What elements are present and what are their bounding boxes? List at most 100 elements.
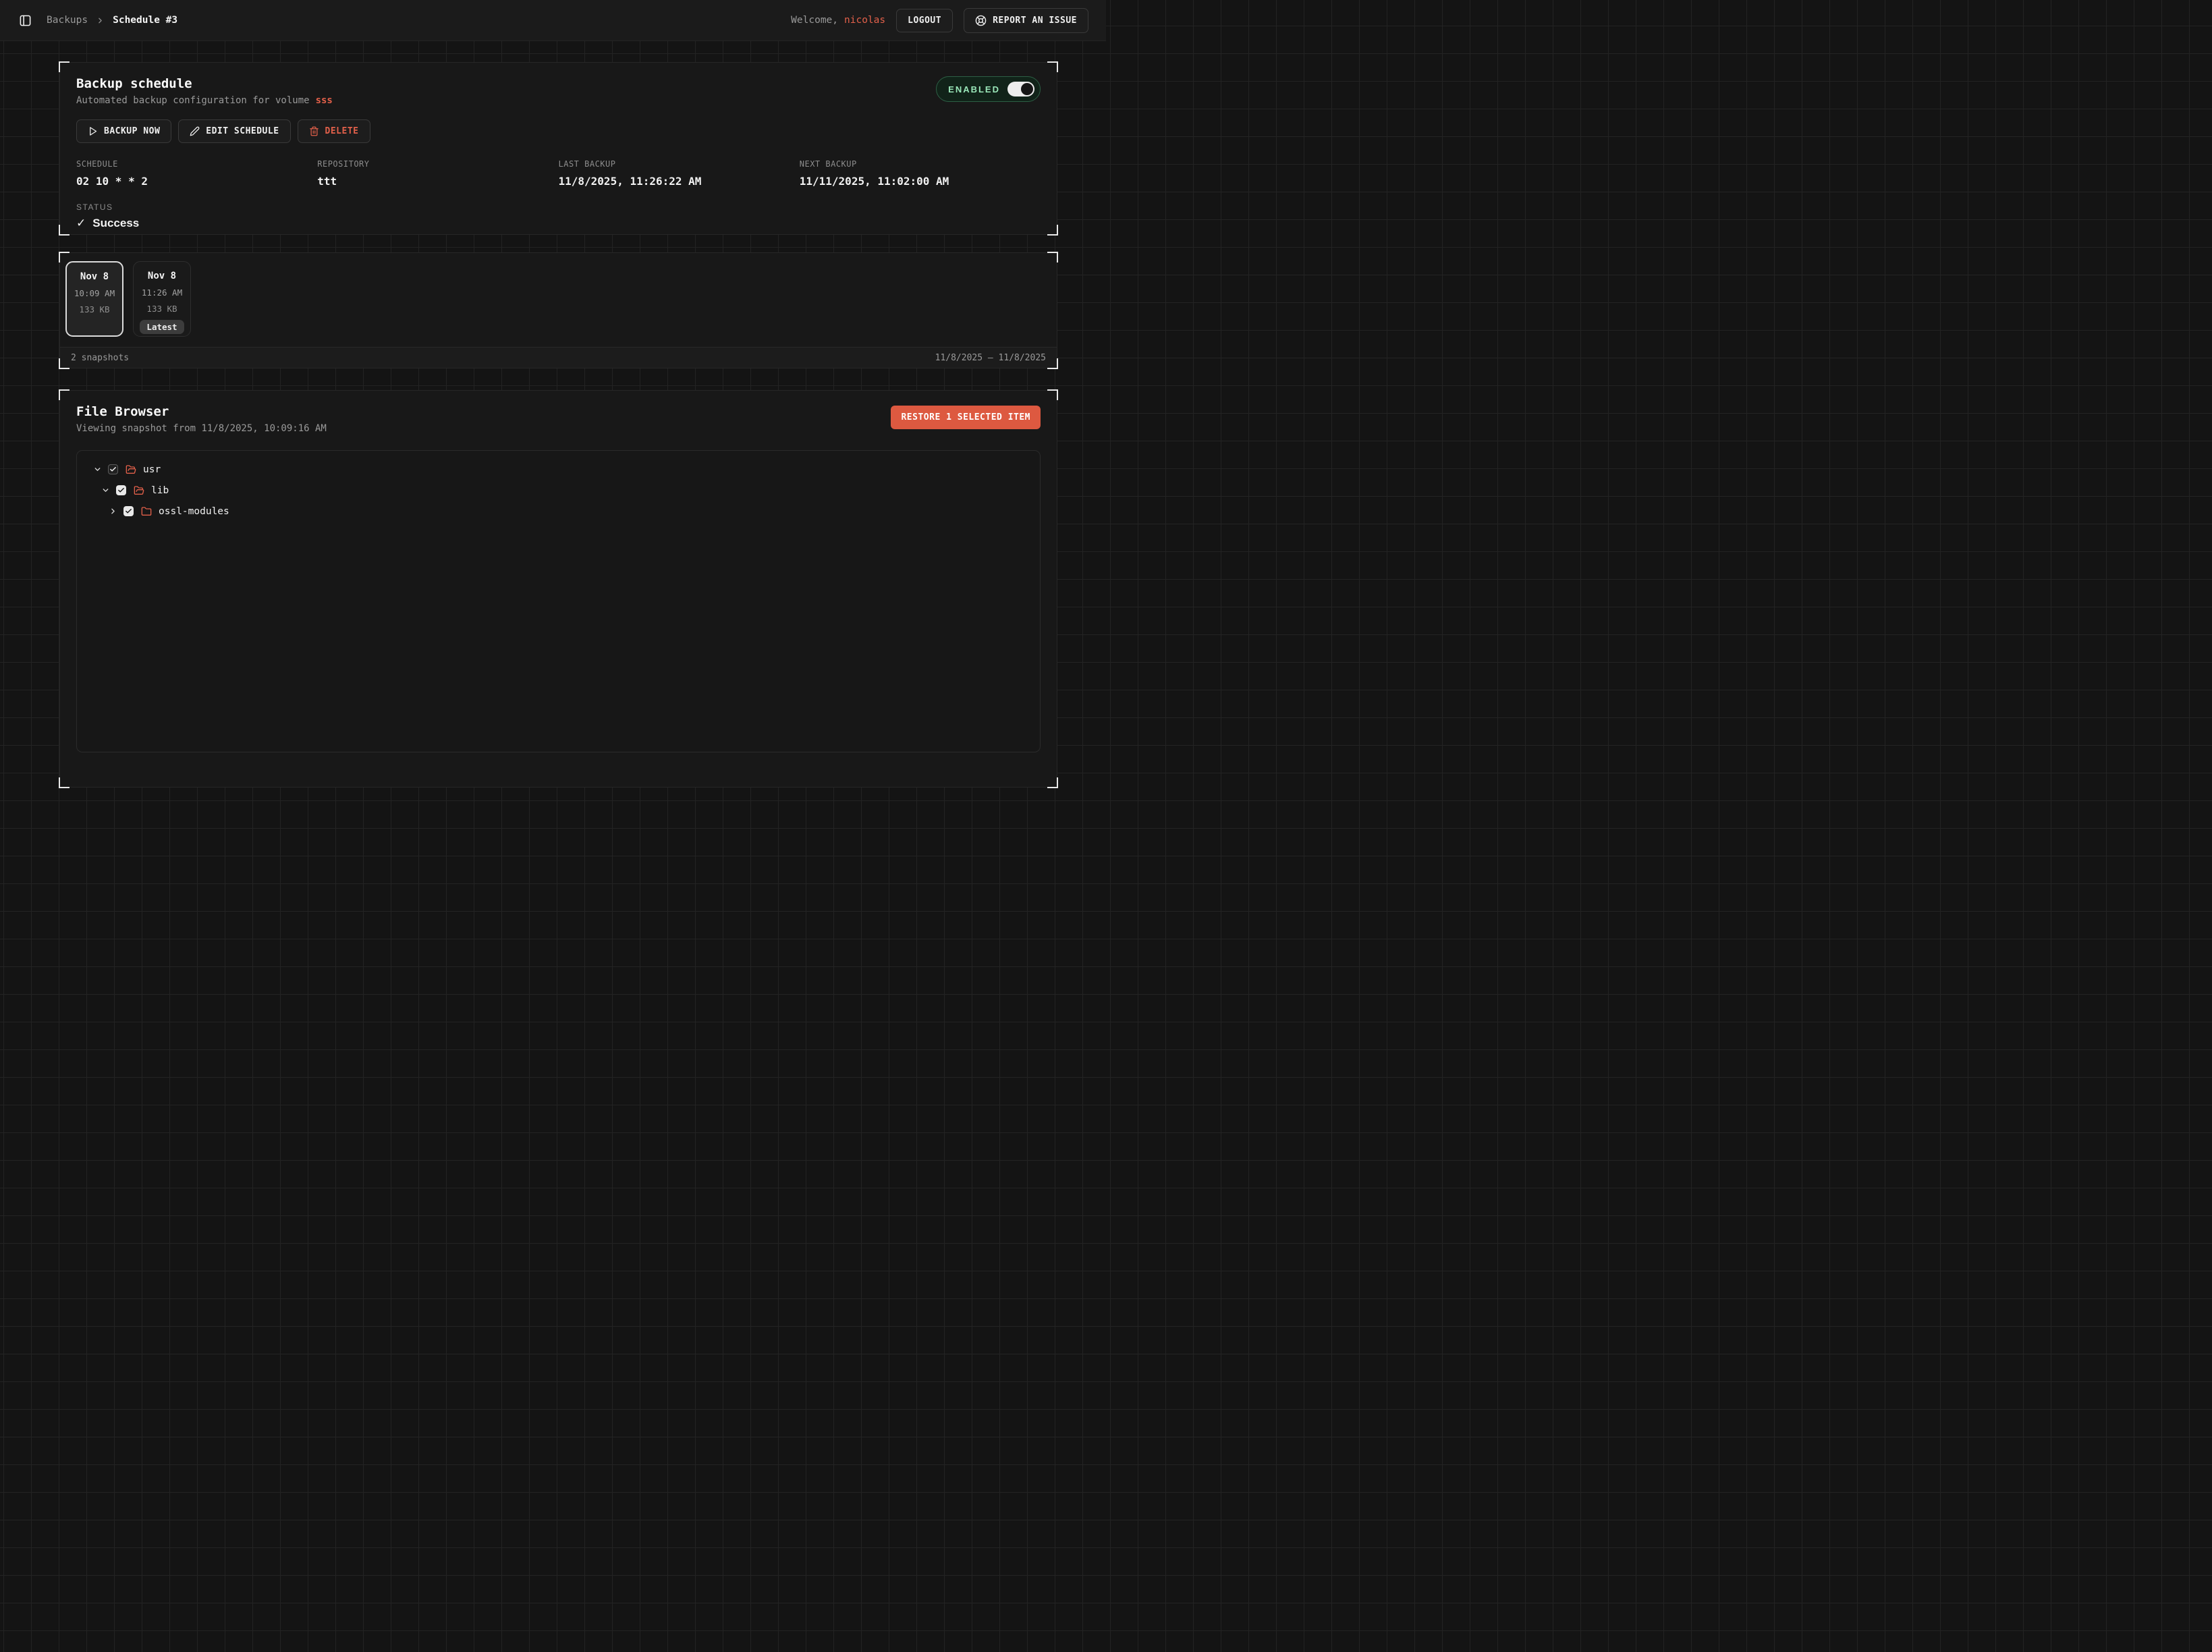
- field-value: 11/8/2025, 11:26:22 AM: [559, 175, 800, 188]
- tree-item-label: usr: [143, 464, 161, 475]
- corner-bracket: [59, 389, 70, 400]
- schedule-actions: BACKUP NOW EDIT SCHEDULE DELETE: [76, 119, 1041, 143]
- field-repository: REPOSITORY ttt: [317, 159, 558, 188]
- restore-selected-button[interactable]: RESTORE 1 SELECTED ITEM: [891, 406, 1041, 429]
- tree-item-label: ossl-modules: [159, 506, 229, 517]
- corner-bracket: [59, 777, 70, 788]
- username: nicolas: [844, 15, 885, 26]
- snapshot-time: 10:09 AM: [74, 288, 115, 298]
- tree-item-label: lib: [151, 485, 169, 496]
- welcome-prefix: Welcome,: [791, 15, 838, 26]
- status-value: ✓ Success: [76, 217, 1041, 230]
- backup-now-button[interactable]: BACKUP NOW: [76, 119, 171, 143]
- field-label: SCHEDULE: [76, 159, 317, 169]
- status-section: STATUS ✓ Success: [76, 202, 1041, 230]
- trash-icon: [309, 126, 319, 136]
- edit-schedule-button[interactable]: EDIT SCHEDULE: [178, 119, 290, 143]
- breadcrumb: Backups Schedule #3: [47, 15, 177, 26]
- delete-button[interactable]: DELETE: [298, 119, 370, 143]
- breadcrumb-backups[interactable]: Backups: [47, 15, 88, 26]
- card-title: Backup schedule: [76, 76, 333, 91]
- corner-bracket: [1047, 225, 1058, 236]
- corner-bracket: [59, 225, 70, 236]
- report-issue-button[interactable]: REPORT AN ISSUE: [964, 8, 1088, 33]
- field-label: LAST BACKUP: [559, 159, 800, 169]
- field-label: REPOSITORY: [317, 159, 558, 169]
- check-icon: [125, 507, 132, 515]
- toggle-knob: [1021, 83, 1033, 95]
- folder-open-icon: [126, 464, 136, 475]
- topbar-right: Welcome, nicolas LOGOUT REPORT AN ISSUE: [791, 8, 1088, 33]
- panel-left-icon: [19, 14, 32, 27]
- snapshot-date: Nov 8: [80, 271, 109, 282]
- field-value: 11/11/2025, 11:02:00 AM: [800, 175, 1041, 188]
- status-label: STATUS: [76, 202, 1041, 212]
- corner-bracket: [1047, 777, 1058, 788]
- check-icon: [117, 487, 125, 494]
- field-value: ttt: [317, 175, 558, 188]
- sidebar-toggle-button[interactable]: [18, 13, 33, 28]
- corner-bracket: [1047, 61, 1058, 72]
- file-browser-subtitle: Viewing snapshot from 11/8/2025, 10:09:1…: [76, 423, 327, 434]
- snapshot-size: 133 KB: [79, 304, 109, 314]
- corner-bracket: [59, 61, 70, 72]
- report-issue-label: REPORT AN ISSUE: [993, 16, 1077, 26]
- volume-name: sss: [316, 95, 333, 106]
- delete-label: DELETE: [325, 126, 359, 136]
- subtitle-text: Automated backup configuration for volum…: [76, 95, 310, 106]
- schedule-fields: SCHEDULE 02 10 * * 2 REPOSITORY ttt LAST…: [76, 159, 1041, 188]
- play-icon: [88, 126, 98, 136]
- top-bar: Backups Schedule #3 Welcome, nicolas LOG…: [0, 0, 1106, 41]
- backup-now-label: BACKUP NOW: [104, 126, 160, 136]
- snapshot-time: 11:26 AM: [142, 287, 182, 298]
- card-subtitle: Automated backup configuration for volum…: [76, 95, 333, 106]
- backup-schedule-card: Backup schedule Automated backup configu…: [59, 62, 1057, 235]
- file-tree-panel: usr lib: [76, 450, 1041, 752]
- snapshot-date: Nov 8: [148, 271, 176, 281]
- check-icon: ✓: [76, 217, 86, 230]
- status-text: Success: [92, 217, 139, 230]
- latest-badge: Latest: [140, 320, 184, 334]
- enabled-label: ENABLED: [948, 84, 1000, 94]
- snapshot-item-selected[interactable]: Nov 8 10:09 AM 133 KB: [65, 261, 123, 337]
- chevron-down-icon[interactable]: [101, 486, 110, 495]
- topbar-left: Backups Schedule #3: [18, 13, 177, 28]
- folder-icon: [141, 506, 152, 517]
- viewing-snapshot-text: Viewing snapshot from 11/8/2025, 10:09:1…: [76, 423, 327, 434]
- snapshot-strip: Nov 8 10:09 AM 133 KB Nov 8 11:26 AM 133…: [60, 253, 1057, 347]
- chevron-right-icon[interactable]: [109, 507, 117, 516]
- folder-open-icon: [134, 485, 144, 496]
- lifebuoy-icon: [975, 15, 987, 26]
- snapshots-footer: 2 snapshots 11/8/2025 – 11/8/2025: [60, 347, 1057, 368]
- file-browser-header: File Browser Viewing snapshot from 11/8/…: [76, 404, 327, 434]
- field-schedule: SCHEDULE 02 10 * * 2: [76, 159, 317, 188]
- file-browser-title: File Browser: [76, 404, 327, 419]
- field-next-backup: NEXT BACKUP 11/11/2025, 11:02:00 AM: [800, 159, 1041, 188]
- page-content: Backup schedule Automated backup configu…: [59, 62, 1057, 788]
- checkbox-checked[interactable]: [108, 464, 118, 474]
- tree-row-usr[interactable]: usr: [77, 459, 1040, 480]
- check-icon: [109, 466, 117, 473]
- snapshot-date-range: 11/8/2025 – 11/8/2025: [935, 353, 1046, 363]
- edit-schedule-label: EDIT SCHEDULE: [206, 126, 279, 136]
- field-label: NEXT BACKUP: [800, 159, 1041, 169]
- toggle-switch[interactable]: [1007, 82, 1034, 97]
- schedule-card-header: Backup schedule Automated backup configu…: [76, 76, 333, 106]
- corner-bracket: [1047, 389, 1058, 400]
- enabled-toggle[interactable]: ENABLED: [936, 76, 1041, 102]
- chevron-right-icon: [96, 16, 105, 25]
- tree-row-lib[interactable]: lib: [77, 480, 1040, 501]
- welcome-text: Welcome, nicolas: [791, 15, 885, 26]
- field-value: 02 10 * * 2: [76, 175, 317, 188]
- logout-button[interactable]: LOGOUT: [896, 9, 953, 32]
- breadcrumb-current: Schedule #3: [113, 15, 177, 26]
- checkbox-checked[interactable]: [123, 506, 134, 516]
- snapshot-count: 2 snapshots: [71, 353, 129, 363]
- checkbox-checked[interactable]: [116, 485, 126, 495]
- chevron-down-icon[interactable]: [93, 465, 102, 474]
- snapshot-item[interactable]: Nov 8 11:26 AM 133 KB Latest: [133, 261, 191, 337]
- tree-row-ossl-modules[interactable]: ossl-modules: [77, 501, 1040, 522]
- snapshot-size: 133 KB: [146, 304, 177, 314]
- pencil-icon: [190, 126, 200, 136]
- field-last-backup: LAST BACKUP 11/8/2025, 11:26:22 AM: [559, 159, 800, 188]
